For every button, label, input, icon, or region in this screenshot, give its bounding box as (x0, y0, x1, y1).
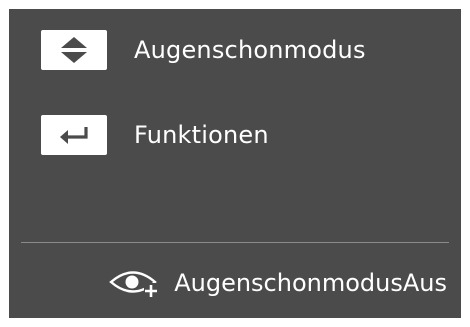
enter-key[interactable] (41, 115, 107, 155)
divider (21, 242, 449, 243)
osd-guide-panel: Augenschonmodus Funktionen Augenschonmod… (9, 9, 461, 318)
enter-return-icon (60, 127, 88, 144)
eye-saver-status-text: AugenschonmodusAus (174, 269, 447, 297)
menu-item-label: Augenschonmodus (134, 36, 366, 64)
menu-item-label: Funktionen (134, 121, 269, 149)
up-down-key[interactable] (41, 30, 107, 70)
eye-saver-plus-icon (109, 271, 159, 297)
menu-item-functions[interactable]: Funktionen (41, 115, 269, 155)
up-down-arrows-icon (61, 37, 87, 63)
eye-saver-status: AugenschonmodusAus (108, 267, 447, 299)
menu-item-eye-saver-mode[interactable]: Augenschonmodus (41, 30, 366, 70)
